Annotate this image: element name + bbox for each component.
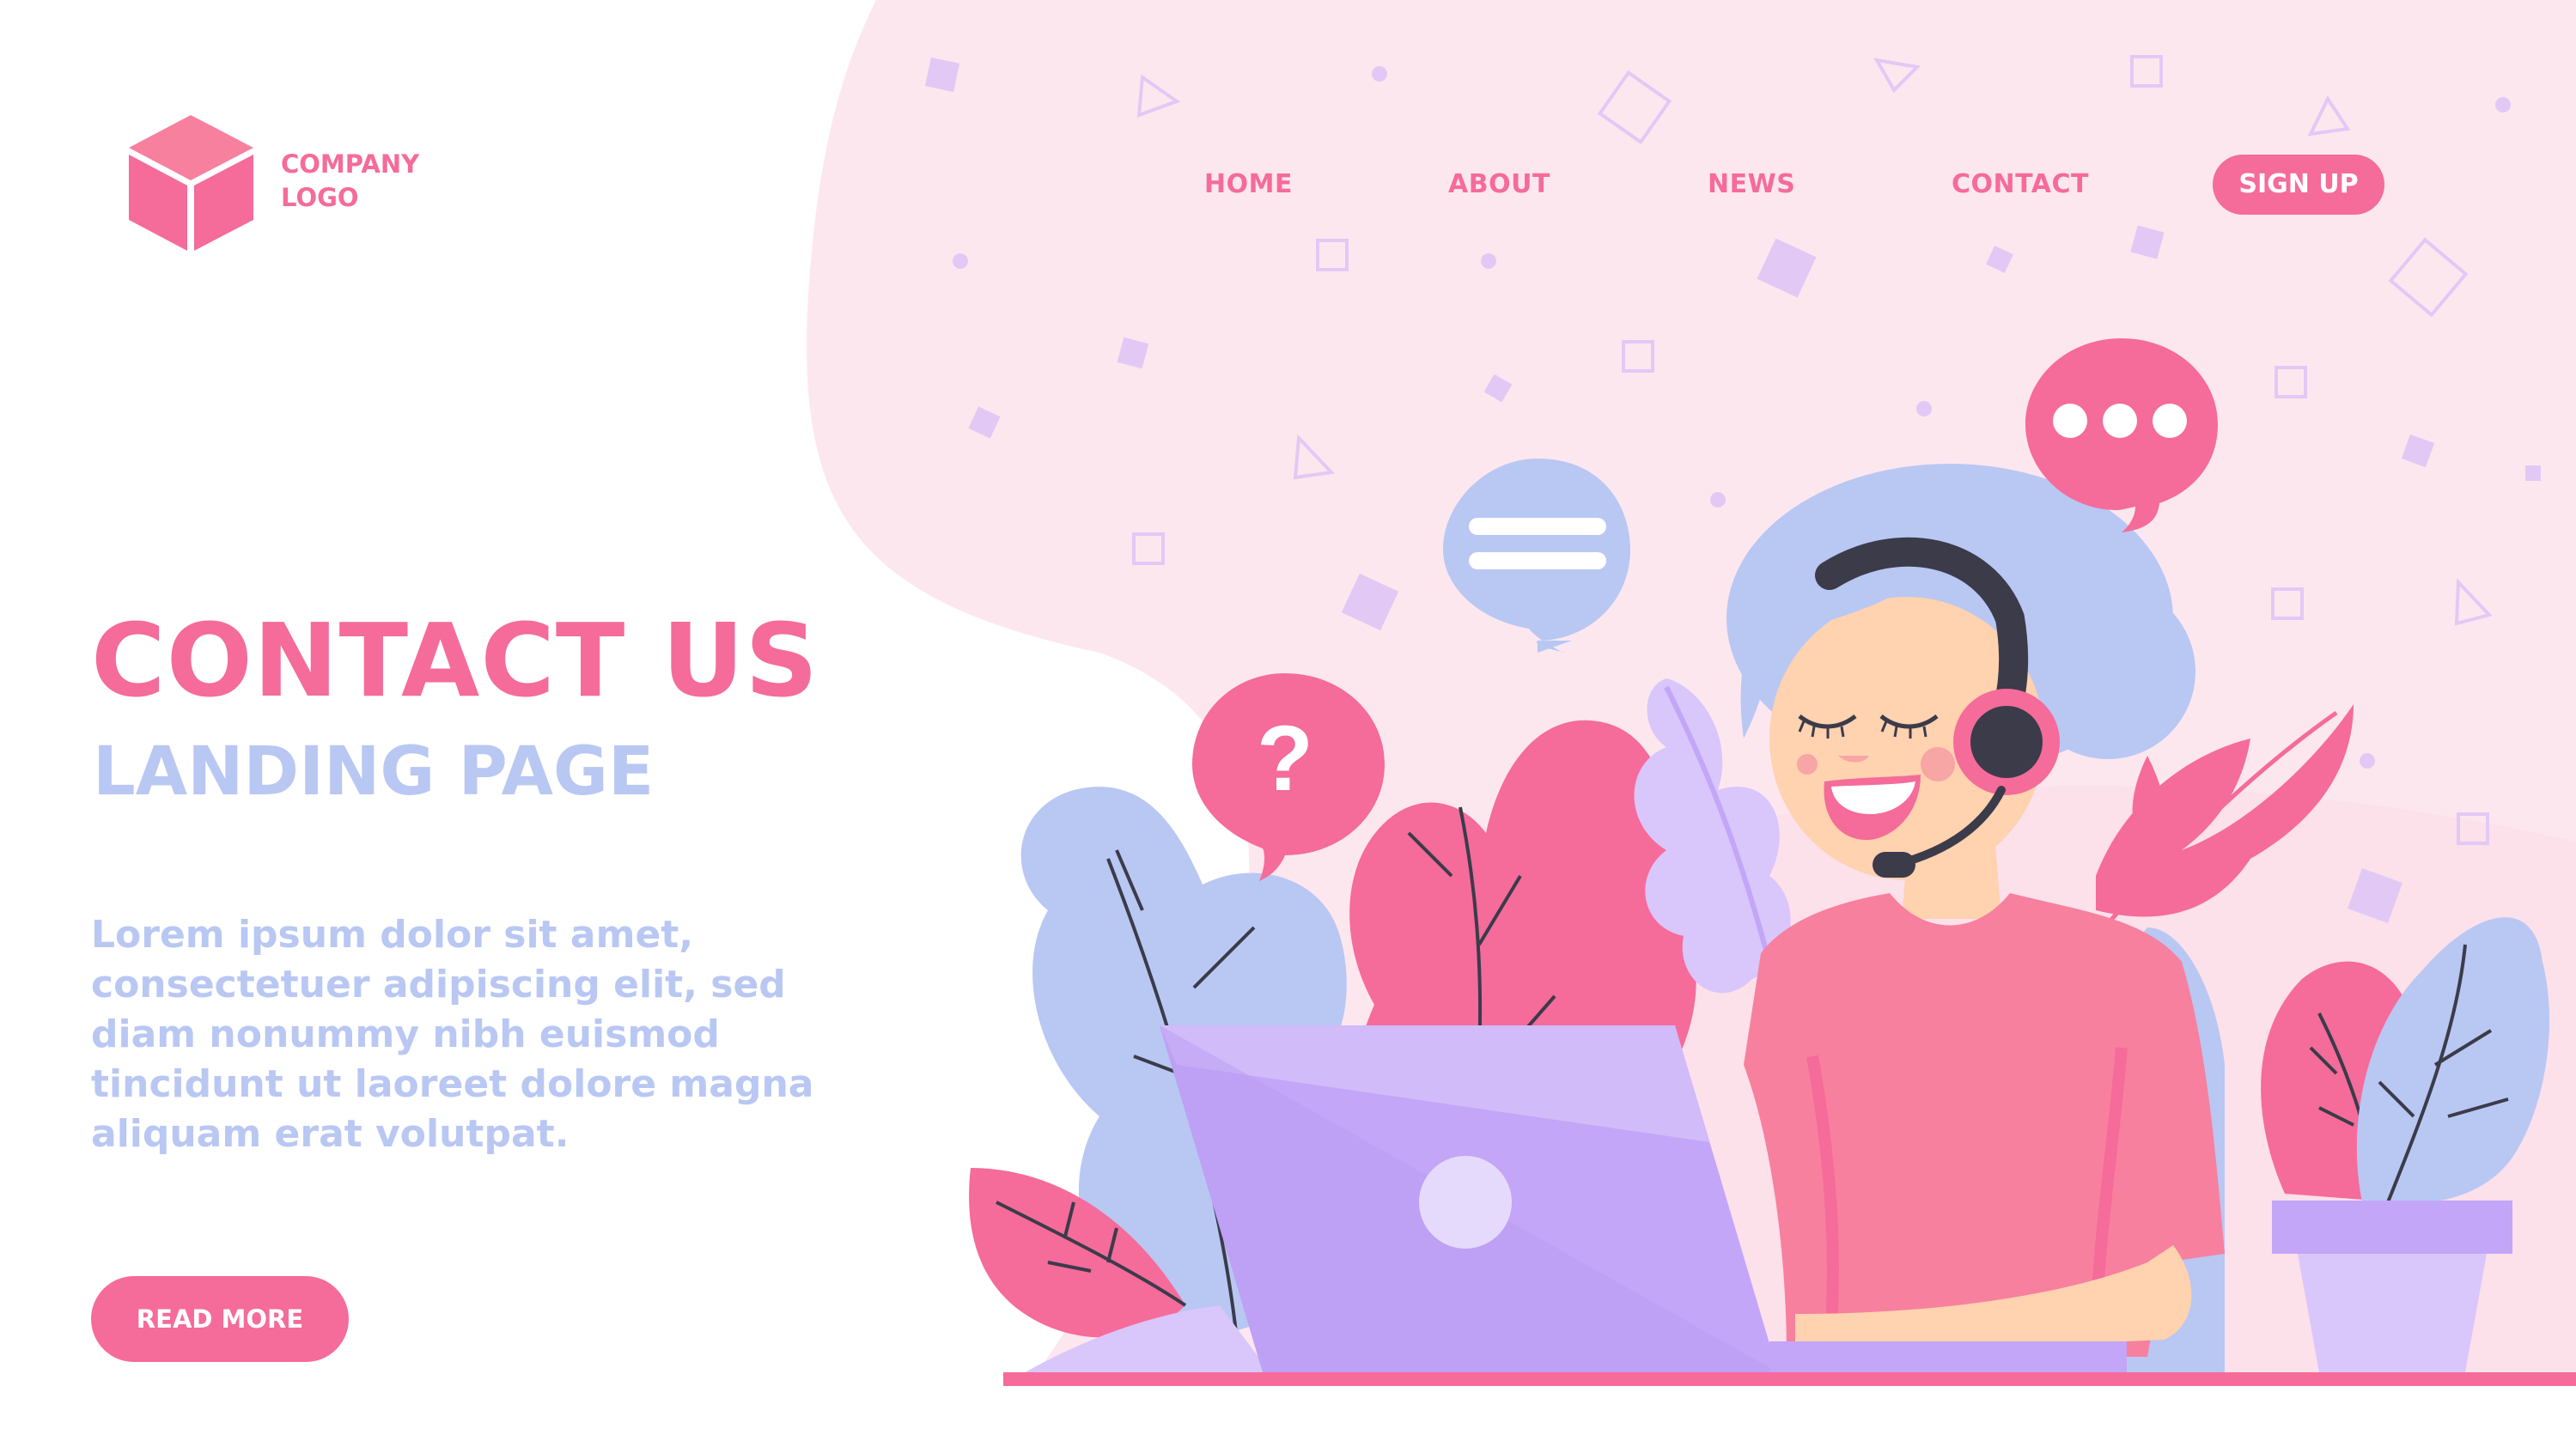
nav-contact[interactable]: CONTACT <box>1952 169 2089 199</box>
sign-up-button[interactable]: SIGN UP <box>2213 155 2384 215</box>
page-title: CONTACT US <box>91 601 819 720</box>
nav-news[interactable]: NEWS <box>1708 169 1795 199</box>
hero-illustration: ? <box>807 0 2576 1386</box>
read-more-button[interactable]: READ MORE <box>91 1276 349 1362</box>
cube-icon[interactable] <box>129 115 253 251</box>
question-mark: ? <box>1257 706 1313 810</box>
logo-line-1: COMPANY <box>281 149 420 179</box>
company-logo-text[interactable]: COMPANY LOGO <box>281 148 419 215</box>
nav-about[interactable]: ABOUT <box>1448 169 1550 199</box>
hero-description: Lorem ipsum dolor sit amet, consectetuer… <box>91 913 814 1156</box>
nav-home[interactable]: HOME <box>1204 169 1293 199</box>
page-subtitle: LANDING PAGE <box>93 733 655 811</box>
desk <box>1003 1372 2576 1386</box>
logo-line-2: LOGO <box>281 183 359 212</box>
